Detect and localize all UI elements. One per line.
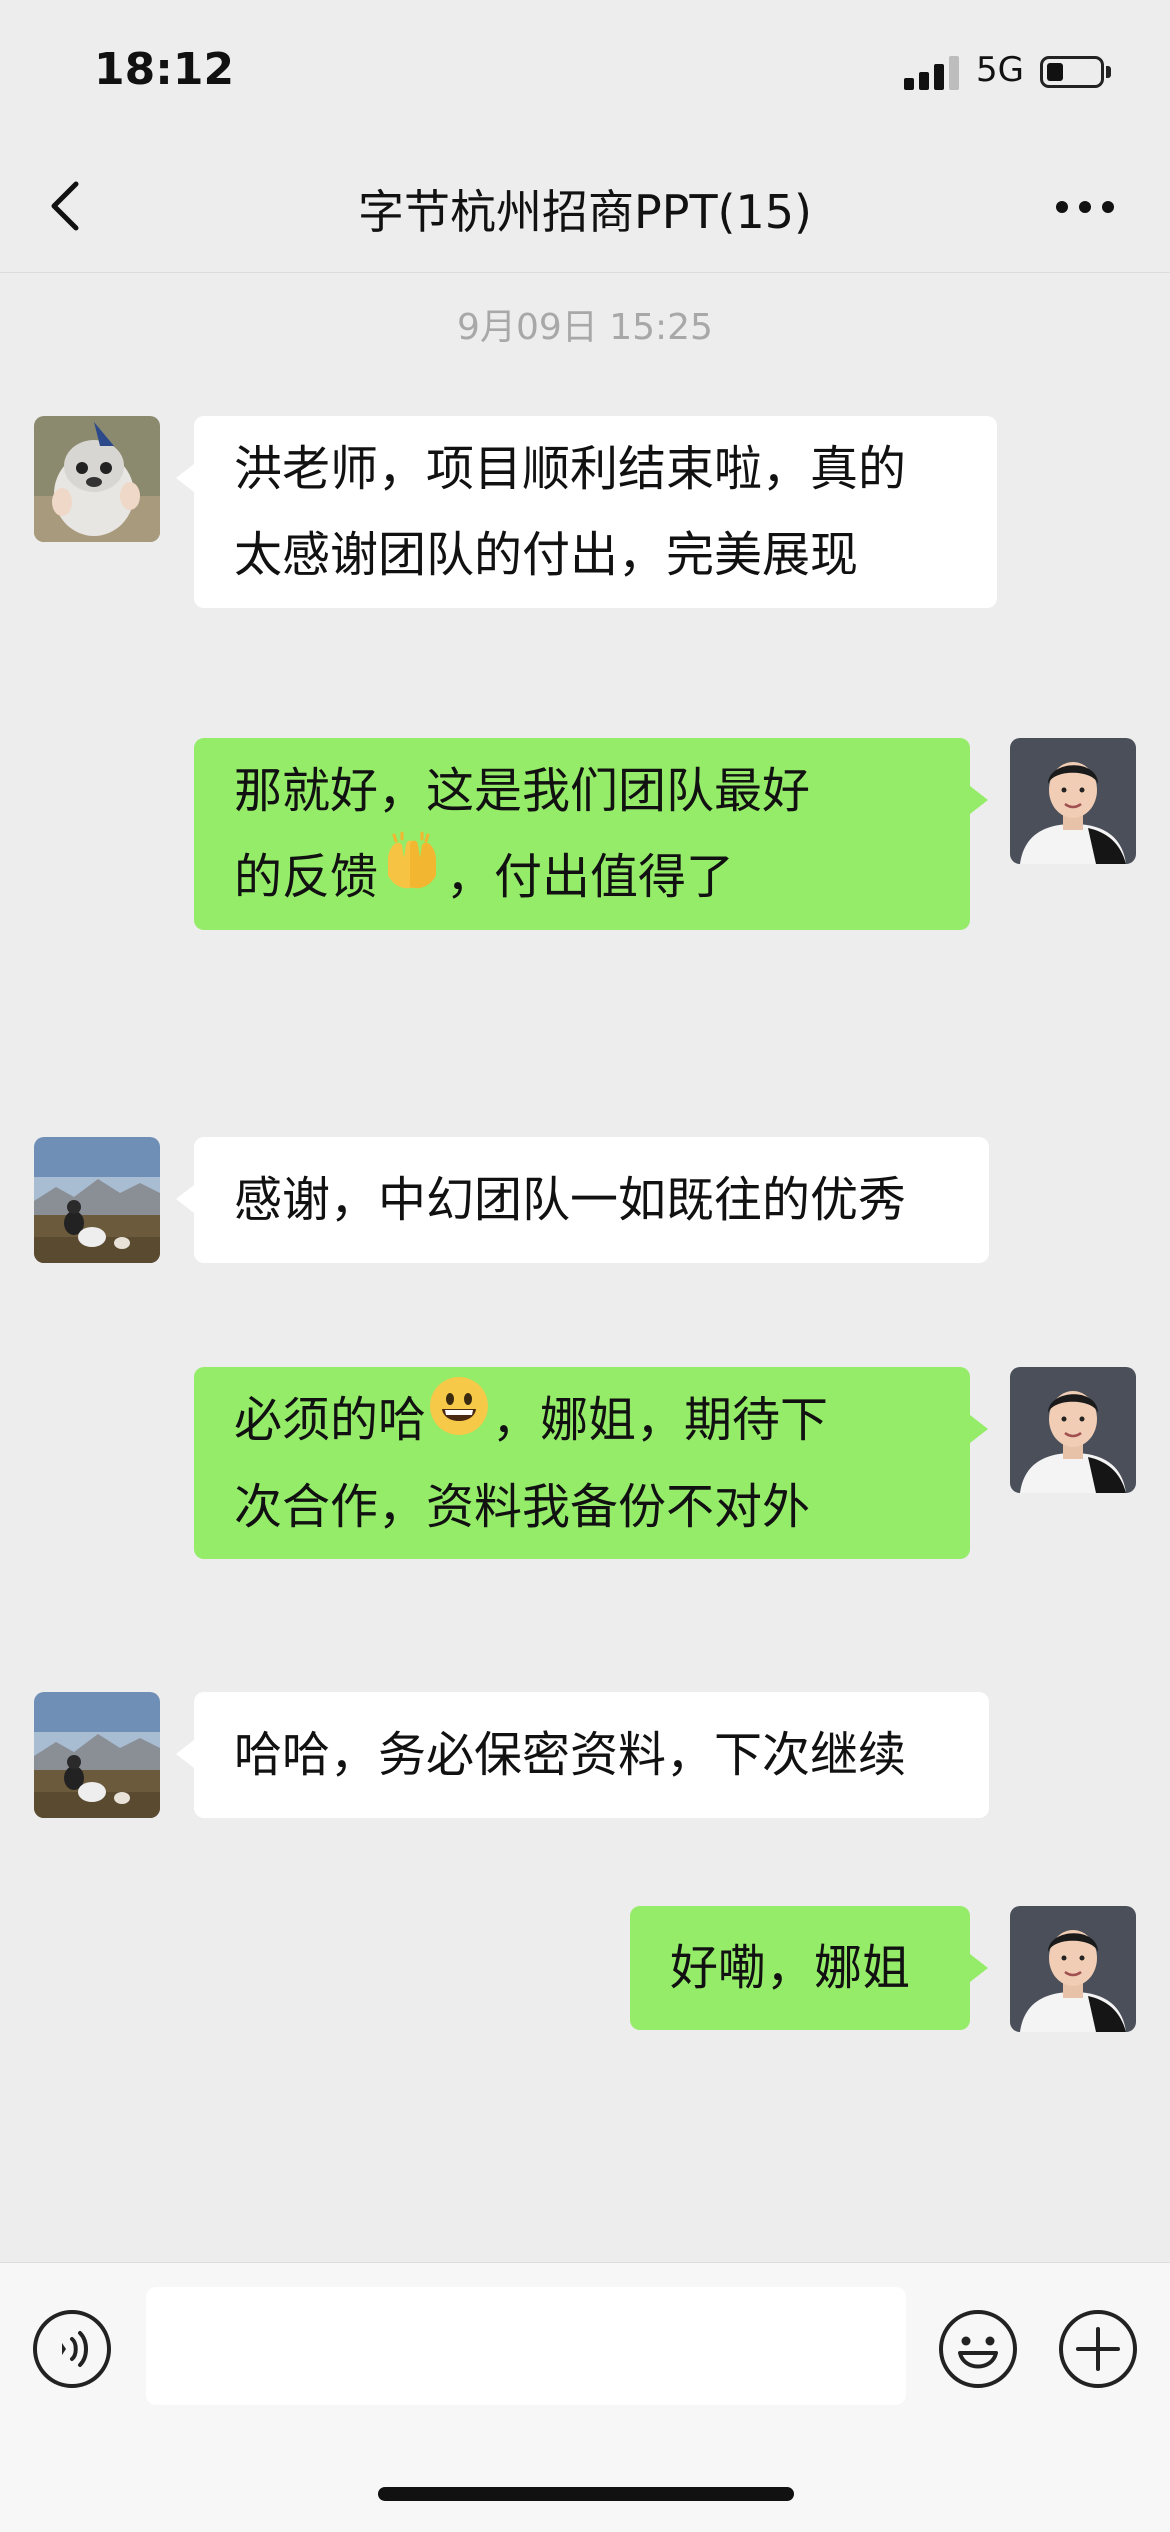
message-text-line: 的反馈 ，付出值得了 <box>234 831 930 922</box>
message-text: ，付出值得了 <box>446 849 735 905</box>
voice-input-button[interactable] <box>32 2309 112 2389</box>
message-text: 哈哈，务必保密资料，下次继续 <box>234 1727 907 1783</box>
penguin-avatar[interactable] <box>34 416 160 542</box>
incoming-message-bubble[interactable]: 洪老师，项目顺利结束啦，真的 太感谢团队的付出，完美展现 <box>176 416 997 608</box>
status-bar: 18:12 5G <box>0 0 1170 140</box>
battery-icon <box>1040 56 1104 88</box>
incoming-message-bubble[interactable]: 哈哈，务必保密资料，下次继续 <box>176 1692 989 1818</box>
message-text-line: 必须的哈 ，娜姐，期待下 <box>234 1375 930 1464</box>
man-portrait-avatar[interactable] <box>1010 1906 1136 2032</box>
emoji-button[interactable] <box>938 2309 1018 2389</box>
message-input-bar <box>0 2262 1170 2532</box>
navigation-bar: 字节杭州招商PPT(15) <box>0 140 1170 273</box>
message-text: 必须的哈 <box>234 1392 427 1448</box>
chat-screen: 18:12 5G 字节杭州招商PPT(15) 9月09日 15:25 洪老师，项… <box>0 0 1170 2532</box>
message-timestamp: 9月09日 15:25 <box>457 307 713 348</box>
grinning-face-emoji <box>428 1375 490 1464</box>
battery-cap <box>1106 66 1111 78</box>
more-functions-button[interactable] <box>1058 2309 1138 2389</box>
cellular-signal-icon <box>904 56 960 90</box>
man-portrait-avatar[interactable] <box>1010 738 1136 864</box>
message-text: ，娜姐，期待下 <box>492 1392 829 1448</box>
voice-icon <box>33 2310 111 2388</box>
message-text: 的反馈 <box>234 849 379 905</box>
message-text: 太感谢团队的付出，完美展现 <box>234 527 859 583</box>
man-portrait-avatar[interactable] <box>1010 1367 1136 1493</box>
chat-title: 字节杭州招商PPT(15) <box>357 185 812 239</box>
message-text: 洪老师，项目顺利结束啦，真的 <box>234 441 907 497</box>
message-text: 好嘞，娜姐 <box>670 1940 911 1996</box>
home-indicator[interactable] <box>378 2487 794 2501</box>
message-text: 次合作，资料我备份不对外 <box>234 1478 811 1535</box>
raised-hands-emoji <box>380 831 444 922</box>
more-options-button[interactable] <box>1050 176 1120 236</box>
mountain-landscape-avatar[interactable] <box>34 1137 160 1263</box>
battery-level <box>1047 63 1063 81</box>
incoming-message-bubble[interactable]: 感谢，中幻团队一如既往的优秀 <box>176 1137 989 1263</box>
outgoing-message-bubble[interactable]: 那就好，这是我们团队最好 的反馈 ，付出值得了 <box>194 738 988 930</box>
smiley-icon <box>939 2310 1017 2388</box>
plus-icon <box>1059 2310 1137 2388</box>
message-text-input[interactable] <box>146 2287 906 2405</box>
outgoing-message-bubble[interactable]: 必须的哈 ，娜姐，期待下 次合作，资料我备份不对外 <box>194 1367 988 1559</box>
ellipsis-icon <box>1056 201 1068 213</box>
ellipsis-dot <box>1102 201 1114 213</box>
message-text: 那就好，这是我们团队最好 <box>234 763 811 819</box>
network-type: 5G <box>976 50 1024 90</box>
outgoing-message-bubble[interactable]: 好嘞，娜姐 <box>630 1906 988 2030</box>
mountain-landscape-avatar[interactable] <box>34 1692 160 1818</box>
status-time: 18:12 <box>94 44 235 95</box>
ellipsis-dot <box>1079 201 1091 213</box>
message-text: 感谢，中幻团队一如既往的优秀 <box>234 1172 907 1228</box>
